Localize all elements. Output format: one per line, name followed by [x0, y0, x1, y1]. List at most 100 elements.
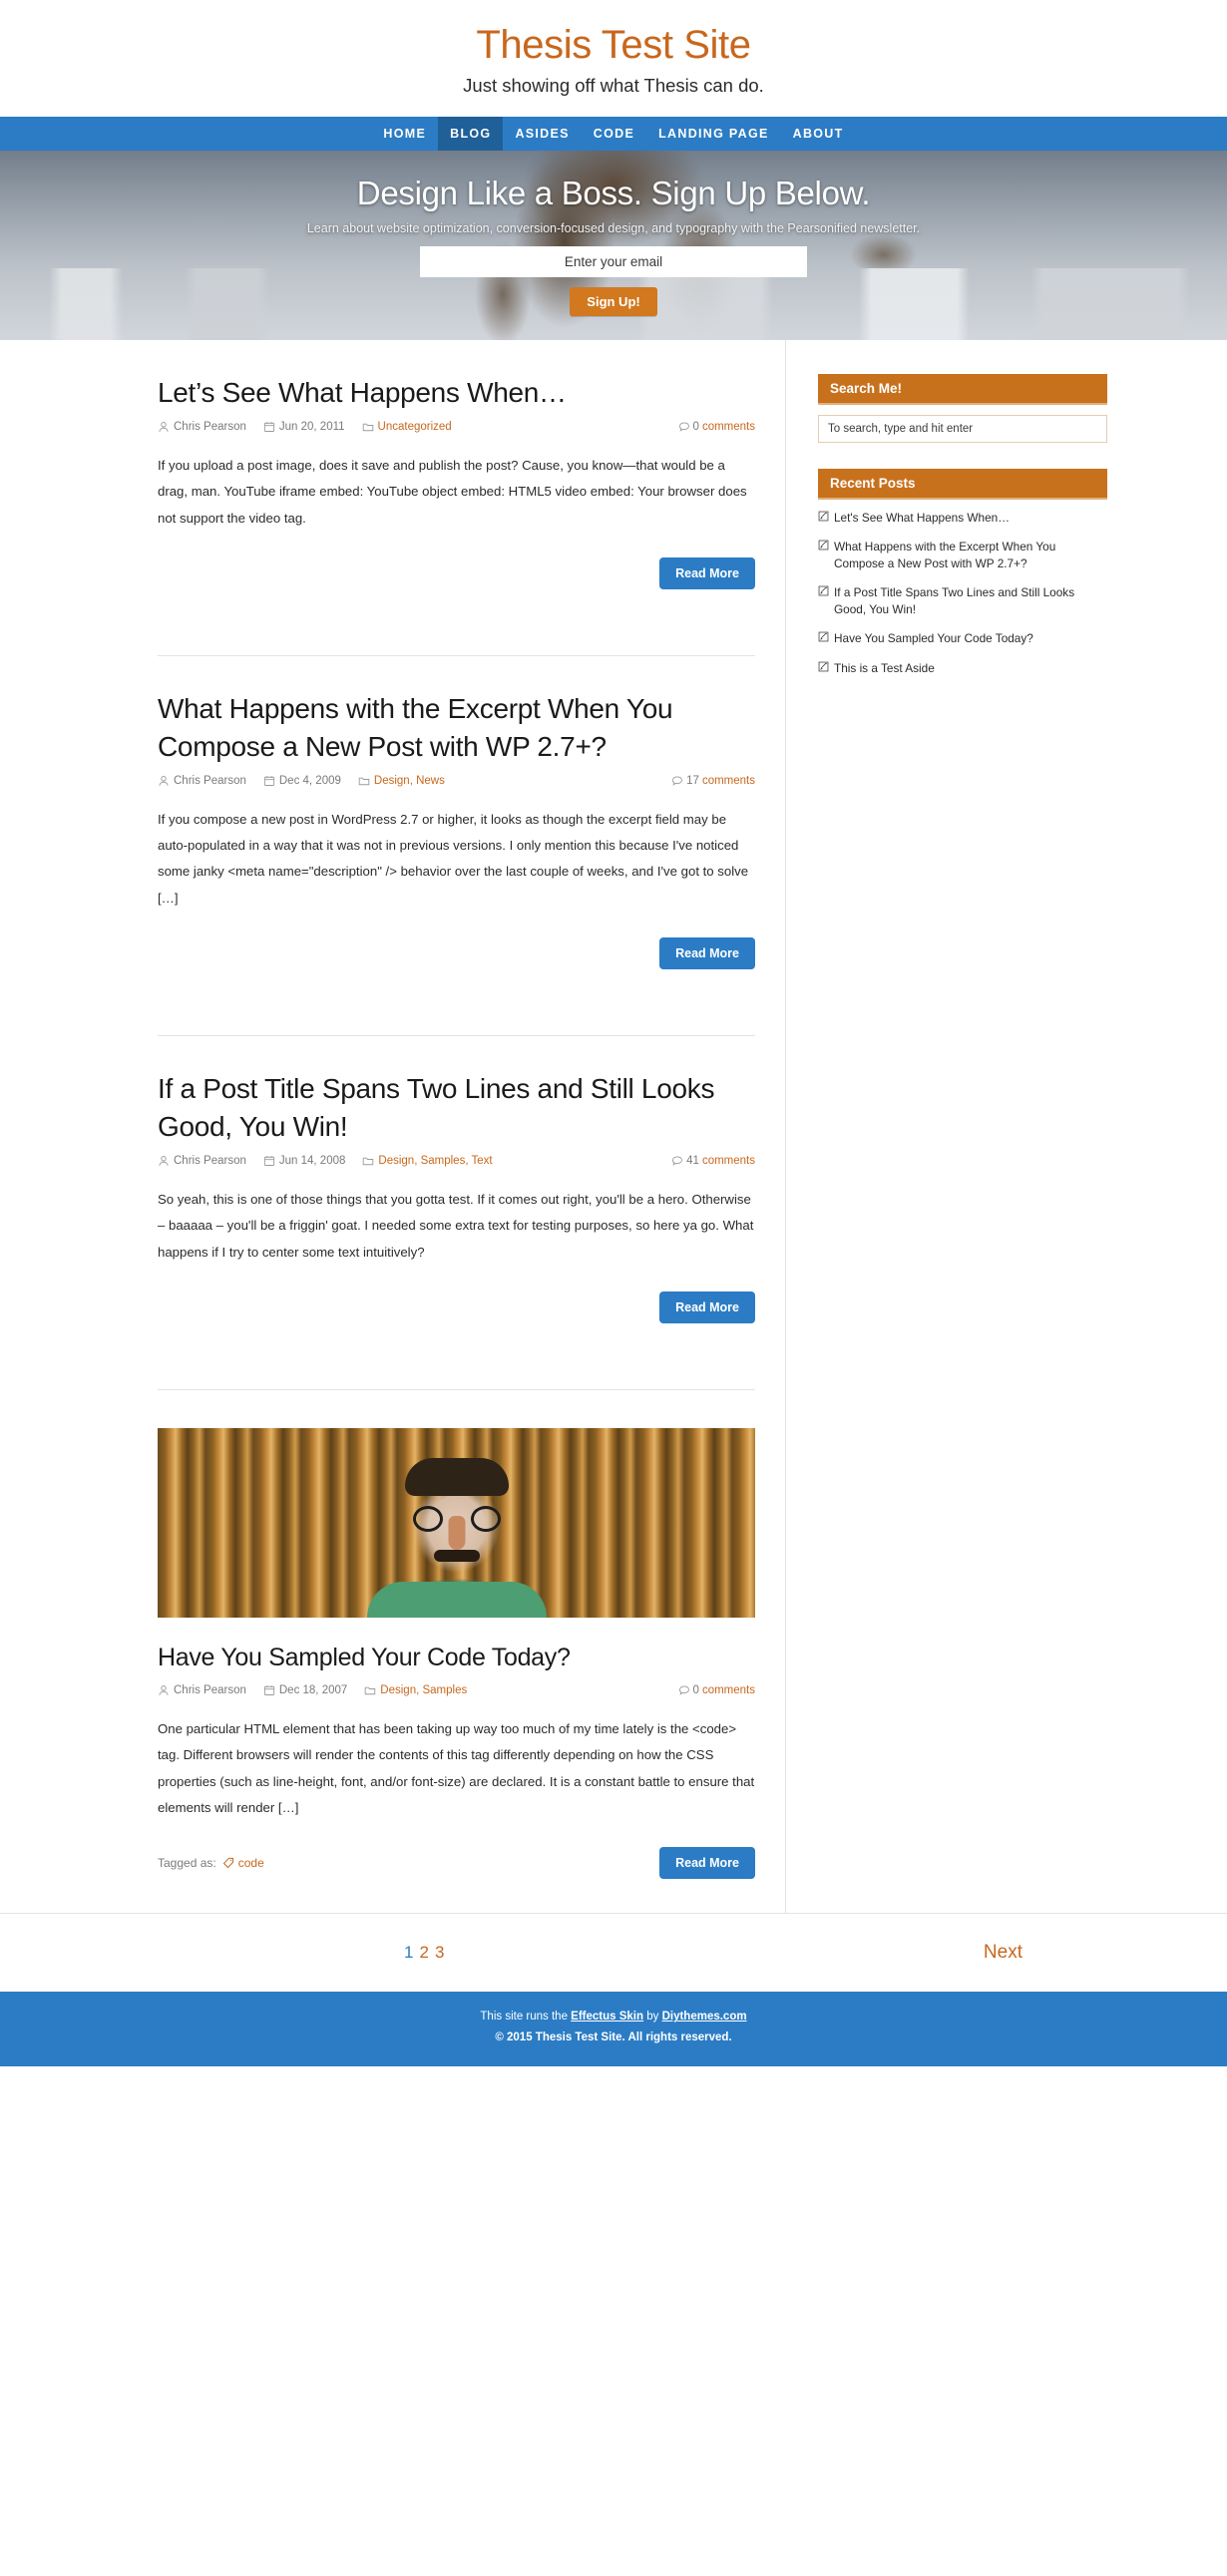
post-footer: Read More — [158, 937, 755, 1003]
recent-post-link[interactable]: What Happens with the Excerpt When You C… — [834, 539, 1107, 572]
post-title[interactable]: Let’s See What Happens When… — [158, 374, 755, 412]
page-number-current: 1 — [404, 1943, 414, 1963]
post-byline: Chris Pearson Dec 4, 2009 Design, News 1… — [158, 775, 755, 787]
page-number-link-2[interactable]: 2 — [419, 1943, 428, 1963]
read-more-button[interactable]: Read More — [659, 1847, 755, 1880]
post-comment-count[interactable]: 0 comments — [678, 1684, 755, 1696]
site-title: Thesis Test Site — [476, 23, 751, 67]
nav-item-asides[interactable]: ASIDES — [503, 117, 581, 151]
comment-bubble-icon — [678, 421, 690, 433]
post-date-text: Dec 18, 2007 — [278, 1683, 348, 1696]
read-more-button[interactable]: Read More — [659, 1291, 755, 1324]
footer-copyright: © 2015 Thesis Test Site. All rights rese… — [495, 2031, 732, 2044]
post-excerpt: If you compose a new post in WordPress 2… — [158, 811, 749, 906]
post-date: Jun 14, 2008 — [263, 1155, 345, 1167]
list-item[interactable]: Have You Sampled Your Code Today? — [818, 630, 1107, 647]
comment-bubble-icon — [671, 1155, 683, 1167]
hero-content: Design Like a Boss. Sign Up Below. Learn… — [0, 151, 1227, 316]
signup-button[interactable]: Sign Up! — [570, 287, 657, 316]
comment-count-label: comments — [701, 420, 755, 433]
widget-search-title: Search Me! — [818, 374, 1107, 405]
comment-count-number: 0 — [692, 1683, 699, 1696]
nav-item-code[interactable]: CODE — [582, 117, 646, 151]
post-excerpt: If you upload a post image, does it save… — [158, 457, 747, 526]
user-icon — [158, 1684, 170, 1696]
post-footer: Read More — [158, 557, 755, 623]
hero-headline: Design Like a Boss. Sign Up Below. — [356, 175, 871, 211]
nav-item-about[interactable]: ABOUT — [781, 117, 856, 151]
list-item[interactable]: If a Post Title Spans Two Lines and Stil… — [818, 584, 1107, 618]
widget-search: Search Me! — [818, 374, 1107, 443]
diythemes-link[interactable]: Diythemes.com — [662, 2011, 747, 2023]
widget-recent-posts-title: Recent Posts — [818, 469, 1107, 500]
widget-recent-posts: Recent Posts Let's See What Happens When… — [818, 469, 1107, 677]
list-item[interactable]: What Happens with the Excerpt When You C… — [818, 539, 1107, 572]
tag-name: code — [237, 1856, 264, 1871]
email-input[interactable] — [420, 246, 807, 277]
post-excerpt: One particular HTML element that has bee… — [158, 1720, 755, 1816]
page-number-link-3[interactable]: 3 — [435, 1943, 444, 1963]
recent-post-link[interactable]: If a Post Title Spans Two Lines and Stil… — [834, 584, 1107, 618]
post-comment-count[interactable]: 41 comments — [671, 1155, 755, 1167]
primary-navigation: HOME BLOG ASIDES CODE LANDING PAGE ABOUT — [0, 117, 1227, 151]
post-byline: Chris Pearson Jun 20, 2011 Uncategorized… — [158, 421, 755, 433]
list-item[interactable]: This is a Test Aside — [818, 660, 1107, 677]
edit-square-icon — [818, 585, 829, 596]
recent-post-link[interactable]: This is a Test Aside — [834, 660, 935, 677]
nav-item-home[interactable]: HOME — [371, 117, 438, 151]
post-author-name: Chris Pearson — [174, 1683, 246, 1696]
footer-credit-prefix: This site runs the — [480, 2011, 572, 2024]
post-author-name: Chris Pearson — [174, 1154, 246, 1167]
post-tags: Tagged as: code — [158, 1856, 264, 1870]
recent-post-link[interactable]: Have You Sampled Your Code Today? — [834, 630, 1033, 647]
post-author: Chris Pearson — [158, 775, 246, 787]
post-category-links[interactable]: Uncategorized — [378, 421, 452, 433]
tag-icon — [222, 1857, 234, 1869]
edit-square-icon — [818, 511, 829, 522]
site-tagline: Just showing off what Thesis can do. — [463, 75, 764, 96]
read-more-button[interactable]: Read More — [659, 557, 755, 590]
comment-count-number: 17 — [686, 774, 699, 787]
recent-posts-list: Let's See What Happens When… What Happen… — [818, 510, 1107, 677]
post-excerpt: So yeah, this is one of those things tha… — [158, 1191, 754, 1260]
nav-item-blog[interactable]: BLOG — [438, 117, 504, 151]
nav-item-landing-page[interactable]: LANDING PAGE — [646, 117, 781, 151]
hero-banner: Design Like a Boss. Sign Up Below. Learn… — [0, 151, 1227, 340]
post-categories: Design, Samples — [364, 1684, 467, 1696]
recent-post-link[interactable]: Let's See What Happens When… — [834, 510, 1010, 527]
post-item: Have You Sampled Your Code Today? Chris … — [158, 1389, 755, 1913]
post-title[interactable]: Have You Sampled Your Code Today? — [158, 1642, 755, 1675]
post-category-links[interactable]: Design, News — [374, 775, 445, 787]
post-byline: Chris Pearson Jun 14, 2008 Design, Sampl… — [158, 1155, 755, 1167]
calendar-icon — [263, 421, 275, 433]
pagination: 1 2 3 Next — [0, 1913, 1227, 1992]
read-more-button[interactable]: Read More — [659, 937, 755, 970]
image-detail-hair — [404, 1458, 509, 1497]
post-title[interactable]: If a Post Title Spans Two Lines and Stil… — [158, 1070, 755, 1146]
folder-icon — [362, 421, 374, 433]
pagination-inner: 1 2 3 Next — [204, 1942, 1022, 1964]
folder-icon — [362, 1155, 374, 1167]
post-title[interactable]: What Happens with the Excerpt When You C… — [158, 690, 755, 766]
post-category-links[interactable]: Design, Samples — [380, 1684, 467, 1696]
search-input[interactable] — [818, 415, 1107, 443]
list-item[interactable]: Let's See What Happens When… — [818, 510, 1107, 527]
post-footer: Tagged as: code Read More — [158, 1847, 755, 1913]
post-categories: Uncategorized — [362, 421, 452, 433]
site-footer: This site runs the Effectus Skin by Diyt… — [0, 1992, 1227, 2066]
post-comment-count[interactable]: 17 comments — [671, 775, 755, 787]
comment-bubble-icon — [671, 775, 683, 787]
post-item: If a Post Title Spans Two Lines and Stil… — [158, 1035, 755, 1357]
effectus-skin-link[interactable]: Effectus Skin — [571, 2011, 643, 2023]
post-author-name: Chris Pearson — [174, 420, 246, 433]
post-date: Jun 20, 2011 — [263, 421, 345, 433]
tag-link-code[interactable]: code — [222, 1856, 264, 1870]
next-page-link[interactable]: Next — [984, 1942, 1022, 1964]
calendar-icon — [263, 1155, 275, 1167]
post-featured-image[interactable] — [158, 1428, 755, 1619]
post-date: Dec 18, 2007 — [263, 1684, 347, 1696]
post-category-links[interactable]: Design, Samples, Text — [378, 1155, 492, 1167]
comment-count-label: comments — [701, 1683, 755, 1696]
post-comment-count[interactable]: 0 comments — [678, 421, 755, 433]
nav-items: HOME BLOG ASIDES CODE LANDING PAGE ABOUT — [371, 117, 855, 151]
